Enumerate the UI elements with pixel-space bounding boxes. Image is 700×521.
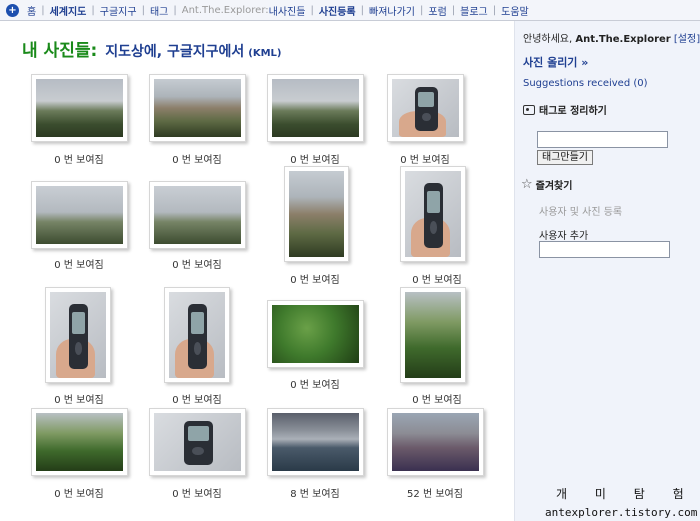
tag-section-label: 태그로 정리하기 xyxy=(539,106,607,117)
photo-thumbnail[interactable] xyxy=(164,287,230,383)
add-user-label: 사용자 추가 xyxy=(539,231,589,242)
gps-device-shape xyxy=(414,87,438,132)
favorites-label: 즐겨찾기 xyxy=(535,181,573,192)
greeting-text: 안녕하세요, xyxy=(523,34,573,45)
photo-thumbnail[interactable] xyxy=(31,181,128,249)
view-count: 0 번 보여짐 xyxy=(290,155,340,166)
photo-image xyxy=(392,413,479,471)
add-user-input[interactable] xyxy=(539,241,670,258)
photo-thumbnail[interactable] xyxy=(45,287,111,383)
photo-image xyxy=(392,79,459,137)
view-count: 0 번 보여짐 xyxy=(54,489,104,500)
tag-icon xyxy=(523,104,535,115)
photo-image xyxy=(36,413,123,471)
photo-image xyxy=(36,186,123,244)
photo-image xyxy=(405,292,461,378)
view-count: 0 번 보여짐 xyxy=(54,395,104,406)
view-count: 0 번 보여짐 xyxy=(290,275,340,286)
footer-url: antexplorer.tistory.com xyxy=(545,506,698,519)
favorites-heading: ☆ 즐겨찾기 xyxy=(521,176,573,193)
watermark-text: 개 미 탐 험 가 xyxy=(556,487,700,501)
photo-image xyxy=(154,413,241,471)
tag-section-heading: 태그로 정리하기 xyxy=(523,102,607,117)
view-count: 0 번 보여짐 xyxy=(54,260,104,271)
view-count: 0 번 보여짐 xyxy=(172,489,222,500)
tag-input[interactable] xyxy=(537,131,668,148)
upload-photo-link[interactable]: 사진 올리기 » xyxy=(523,54,588,70)
view-count: 0 번 보여짐 xyxy=(172,155,222,166)
gps-device-shape xyxy=(69,304,89,370)
photo-image xyxy=(272,305,359,363)
photo-thumbnail[interactable] xyxy=(387,74,464,142)
view-count: 0 번 보여짐 xyxy=(172,395,222,406)
users-and-photos-text: 사용자 및 사진 등록 xyxy=(539,207,623,218)
view-count: 52 번 보여짐 xyxy=(407,489,463,500)
suggestions-link[interactable]: Suggestions received (0) xyxy=(523,78,648,89)
photo-thumbnail[interactable] xyxy=(31,408,128,476)
gps-device-shape xyxy=(183,421,214,466)
photo-thumbnail[interactable] xyxy=(400,166,466,262)
photo-image xyxy=(169,292,225,378)
photo-thumbnail[interactable] xyxy=(149,408,246,476)
view-count: 0 번 보여짐 xyxy=(412,275,462,286)
photo-thumbnail[interactable] xyxy=(149,181,246,249)
photo-image xyxy=(50,292,106,378)
photo-thumbnail[interactable] xyxy=(267,408,364,476)
photo-thumbnail[interactable] xyxy=(267,74,364,142)
view-count: 0 번 보여짐 xyxy=(412,395,462,406)
photo-image xyxy=(154,79,241,137)
view-count: 0 번 보여짐 xyxy=(400,155,450,166)
greeting: 안녕하세요, Ant.The.Explorer [설정] xyxy=(523,30,700,45)
gps-device-shape xyxy=(188,304,208,370)
star-icon: ☆ xyxy=(521,176,533,192)
photo-thumbnail[interactable] xyxy=(149,74,246,142)
view-count: 0 번 보여짐 xyxy=(54,155,104,166)
view-count: 8 번 보여짐 xyxy=(290,489,340,500)
photo-thumbnail[interactable] xyxy=(284,166,349,262)
photo-thumbnail[interactable] xyxy=(400,287,466,383)
view-count: 0 번 보여짐 xyxy=(290,380,340,391)
photo-image xyxy=(272,413,359,471)
photo-image xyxy=(405,171,461,257)
photo-image xyxy=(36,79,123,137)
settings-link[interactable]: [설정] xyxy=(674,34,700,45)
photo-thumbnail[interactable] xyxy=(387,408,484,476)
photo-thumbnail[interactable] xyxy=(267,300,364,368)
greeting-username: Ant.The.Explorer xyxy=(575,34,671,45)
sidebar: 안녕하세요, Ant.The.Explorer [설정] 사진 올리기 » Su… xyxy=(514,21,700,521)
gps-device-shape xyxy=(424,183,444,249)
photo-image xyxy=(154,186,241,244)
create-tag-button[interactable]: 태그만들기 xyxy=(537,150,593,165)
photo-thumbnail[interactable] xyxy=(31,74,128,142)
photo-grid: 0 번 보여짐 0 번 보여짐 0 번 보여짐 0 번 보여짐 0 번 보여짐 … xyxy=(0,0,520,521)
photo-image xyxy=(272,79,359,137)
view-count: 0 번 보여짐 xyxy=(172,260,222,271)
photo-image xyxy=(289,171,344,257)
